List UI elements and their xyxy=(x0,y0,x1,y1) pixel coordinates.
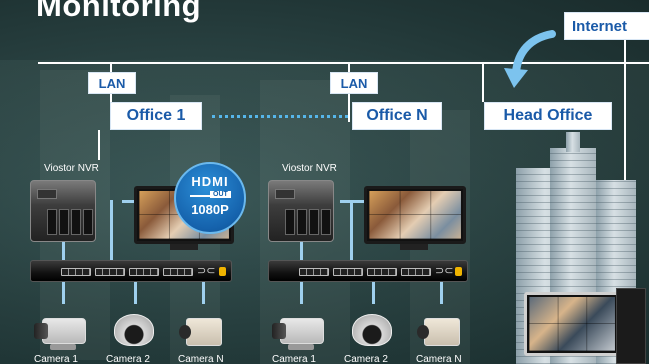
curved-arrow-icon xyxy=(504,30,556,88)
camera-label: Camera 1 xyxy=(272,354,316,364)
office1-drop-line xyxy=(98,130,100,160)
lan-label: LAN xyxy=(98,75,126,91)
headoffice-frame-left xyxy=(482,62,484,102)
internet-box: Internet xyxy=(564,12,649,40)
nvr-device xyxy=(30,180,96,242)
monitor-to-switch-wire xyxy=(110,200,113,260)
hdmi-resolution: 1080P xyxy=(191,202,229,217)
monitor-stand xyxy=(400,244,428,250)
nvr-label: Viostor NVR xyxy=(282,163,337,174)
monitor-stand xyxy=(170,244,198,250)
box-camera-icon xyxy=(272,318,324,344)
uplink-icon: ⊃⊂ xyxy=(435,265,454,277)
zoom-camera-icon xyxy=(179,318,222,346)
network-switch: ⊃⊂ xyxy=(268,260,468,282)
monitor-to-switch-wire xyxy=(350,200,353,260)
camera-label: Camera 2 xyxy=(344,354,388,364)
nvr-label: Viostor NVR xyxy=(44,163,99,174)
camera-wire xyxy=(440,282,443,304)
camera-wire xyxy=(134,282,137,304)
dashed-connection-dots xyxy=(212,115,348,118)
office1-box: Office 1 xyxy=(110,102,202,130)
uplink-icon: ⊃⊂ xyxy=(197,265,216,277)
monitor-display xyxy=(364,186,466,244)
nvr-device xyxy=(268,180,334,242)
headoffice-monitor xyxy=(524,292,620,356)
lan-label: LAN xyxy=(340,75,368,91)
tower-spire xyxy=(566,132,580,152)
office1-label: Office 1 xyxy=(126,107,186,124)
status-led-icon xyxy=(455,267,462,276)
nvr-to-monitor-wire xyxy=(340,200,366,203)
internet-label: Internet xyxy=(572,17,628,35)
camera-wire xyxy=(62,282,65,304)
lan-box-officeN: LAN xyxy=(330,72,378,94)
page-title: Monitoring xyxy=(36,0,202,23)
hdmi-cable-icon xyxy=(190,195,210,197)
camera-label: Camera N xyxy=(416,354,462,364)
camera-wire xyxy=(202,282,205,304)
dome-camera-icon xyxy=(114,314,154,346)
status-led-icon xyxy=(219,267,226,276)
hdmi-badge: HDMI OUT 1080P xyxy=(174,162,246,234)
network-switch: ⊃⊂ xyxy=(30,260,232,282)
hdmi-out-label: OUT xyxy=(210,191,231,198)
lan-box-office1: LAN xyxy=(88,72,136,94)
pc-tower xyxy=(616,288,646,364)
nvr-to-switch-wire xyxy=(300,242,303,260)
internet-drop-line xyxy=(624,40,626,62)
head-office-label: Head Office xyxy=(503,107,593,124)
officeN-box: Office N xyxy=(352,102,442,130)
dome-camera-icon xyxy=(352,314,392,346)
camera-wire xyxy=(372,282,375,304)
camera-wire xyxy=(300,282,303,304)
officeN-label: Office N xyxy=(366,107,428,124)
camera-label: Camera 2 xyxy=(106,354,150,364)
box-camera-icon xyxy=(34,318,86,344)
head-office-box: Head Office xyxy=(484,102,612,130)
camera-label: Camera 1 xyxy=(34,354,78,364)
nvr-to-switch-wire xyxy=(62,242,65,260)
hdmi-logo: HDMI xyxy=(191,174,229,189)
camera-label: Camera N xyxy=(178,354,224,364)
zoom-camera-icon xyxy=(417,318,460,346)
network-diagram: Monitoring Internet LAN LAN Office 1 Off… xyxy=(0,0,649,364)
